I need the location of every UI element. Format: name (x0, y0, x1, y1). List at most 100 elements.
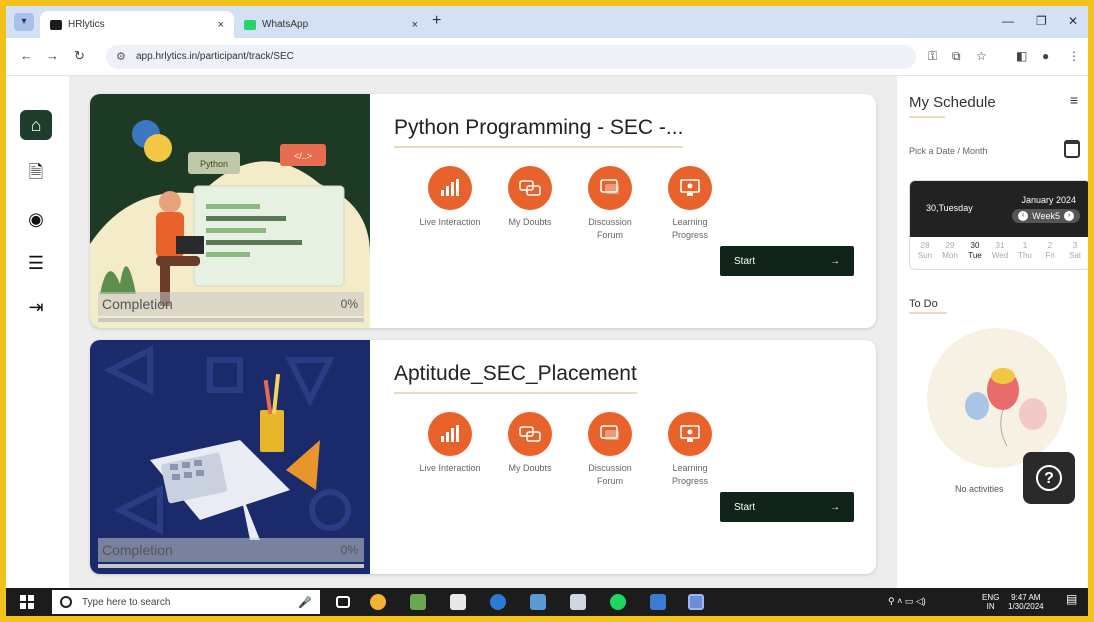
address-bar[interactable]: ⚙ app.hrlytics.in/participant/track/SEC (106, 45, 916, 69)
action-learning-progress[interactable]: Learning Progress (650, 412, 730, 488)
calendar-header: 30,Tuesday January 2024 ‹ Week5 › (910, 181, 1088, 237)
completion-progress-track (98, 564, 364, 568)
close-window-icon[interactable]: ✕ (1068, 14, 1078, 28)
prev-week-icon[interactable]: ‹ (1018, 211, 1029, 221)
app-icon[interactable] (650, 594, 666, 610)
forum-icon[interactable] (588, 412, 632, 456)
week-switcher: ‹ Week5 › (1012, 209, 1080, 223)
reload-icon[interactable]: ↻ (74, 48, 85, 64)
action-live-interaction[interactable]: Live Interaction (410, 166, 490, 242)
todo-title: To Do (909, 298, 938, 310)
logout-icon[interactable]: ⇥ (20, 292, 52, 322)
forum-icon[interactable] (588, 166, 632, 210)
schedule-menu-icon[interactable]: ≡ (1070, 92, 1078, 108)
calendar-day[interactable]: 28 Sun (914, 241, 936, 261)
close-tab-icon[interactable]: × (218, 19, 224, 31)
tab-hrlytics[interactable]: HRlytics × (40, 11, 234, 38)
app-icon[interactable] (570, 594, 586, 610)
next-week-icon[interactable]: › (1064, 211, 1074, 221)
notification-icon[interactable]: ▤ (1066, 593, 1077, 605)
arrow-right-icon: → (830, 501, 840, 513)
no-activities-text: No activities (955, 484, 1004, 494)
bar-chart-icon[interactable] (428, 166, 472, 210)
windows-start-icon[interactable] (20, 595, 34, 609)
action-discussion-forum[interactable]: Discussion Forum (570, 166, 650, 242)
action-label: Discussion Forum (588, 463, 632, 486)
spotify-icon[interactable] (610, 594, 626, 610)
calendar-icon[interactable] (1064, 140, 1080, 158)
microphone-icon[interactable]: 🎤 (298, 596, 312, 609)
completion-progress-track (98, 318, 364, 322)
chat-doubts-icon[interactable] (508, 166, 552, 210)
bookmark-star-icon[interactable]: ☆ (976, 49, 987, 63)
action-label: Discussion Forum (588, 217, 632, 240)
screen: ▾ HRlytics × WhatsApp × + — ❐ ✕ ← → ↻ ⚙ … (6, 6, 1088, 616)
back-icon[interactable]: ← (20, 48, 33, 63)
photos-icon[interactable] (410, 594, 426, 610)
windows-taskbar: Type here to search 🎤 ⚲ ˄ ▭ ◁) ENG IN 9:4… (6, 588, 1088, 616)
python-course-illustration: Python </..> Completion 0% (90, 94, 370, 328)
clock[interactable]: 9:47 AM 1/30/2024 (1008, 593, 1044, 611)
calendar-day[interactable]: 31 Wed (989, 241, 1011, 261)
active-app-icon[interactable] (688, 594, 704, 610)
new-tab-button[interactable]: + (432, 12, 441, 30)
task-view-icon[interactable] (336, 596, 350, 608)
profile-icon[interactable]: ● (1042, 49, 1049, 63)
password-key-icon[interactable]: ⚿ (928, 49, 937, 64)
app-icon[interactable] (530, 594, 546, 610)
help-button[interactable]: ? (1023, 452, 1075, 504)
site-info-icon[interactable]: ⚙ (116, 50, 126, 63)
start-button[interactable]: Start → (720, 492, 854, 522)
course-card: Completion 0% Aptitude_SEC_Placement Liv… (90, 340, 876, 574)
bar-chart-icon[interactable] (428, 412, 472, 456)
home-icon[interactable]: ⌂ (20, 110, 52, 140)
menu-kebab-icon[interactable]: ⋮ (1068, 49, 1080, 63)
tab-whatsapp[interactable]: WhatsApp × (234, 11, 428, 38)
search-placeholder: Type here to search (82, 596, 171, 608)
action-label: My Doubts (508, 463, 552, 473)
chat-doubts-icon[interactable] (508, 412, 552, 456)
list-icon[interactable]: ☰ (20, 248, 52, 278)
calendar-day[interactable]: 2 Fri (1039, 241, 1061, 261)
store-icon[interactable] (450, 594, 466, 610)
restore-icon[interactable]: ❐ (1036, 14, 1047, 28)
calendar-day[interactable]: 1 Thu (1014, 241, 1036, 261)
close-tab-icon[interactable]: × (412, 19, 418, 31)
completion-label: Completion (102, 542, 173, 558)
forward-icon[interactable]: → (46, 48, 59, 63)
record-icon[interactable]: ◉ (20, 204, 52, 234)
start-button[interactable]: Start → (720, 246, 854, 276)
search-icon (60, 596, 72, 608)
progress-monitor-icon[interactable] (668, 166, 712, 210)
start-label: Start (734, 255, 756, 267)
action-my-doubts[interactable]: My Doubts (490, 412, 570, 488)
document-icon[interactable]: 🗎 (20, 160, 52, 190)
side-panel-icon[interactable]: ◧ (1016, 49, 1027, 63)
action-live-interaction[interactable]: Live Interaction (410, 412, 490, 488)
action-label: Live Interaction (419, 217, 481, 227)
course-list: Python </..> Completion 0% Python Progra… (70, 76, 896, 588)
course-actions: Live Interaction My Doubts Discussion Fo… (410, 412, 730, 488)
language-indicator[interactable]: ENG IN (982, 593, 999, 611)
tab-search-icon[interactable]: ▾ (14, 13, 34, 31)
action-my-doubts[interactable]: My Doubts (490, 166, 570, 242)
taskbar-search[interactable]: Type here to search 🎤 (52, 590, 320, 614)
chrome-icon[interactable] (370, 594, 386, 610)
completion-bar: Completion 0% (98, 292, 364, 322)
course-title[interactable]: Aptitude_SEC_Placement (394, 362, 637, 394)
course-title[interactable]: Python Programming - SEC -... (394, 116, 684, 148)
action-discussion-forum[interactable]: Discussion Forum (570, 412, 650, 488)
calendar-day[interactable]: 29 Mon (939, 241, 961, 261)
course-card: Python </..> Completion 0% Python Progra… (90, 94, 876, 328)
calendar-month: January 2024 (1021, 195, 1076, 205)
system-tray-icons[interactable]: ⚲ ˄ ▭ ◁) (888, 596, 926, 607)
minimize-icon[interactable]: — (1002, 14, 1014, 28)
edge-icon[interactable] (490, 594, 506, 610)
progress-monitor-icon[interactable] (668, 412, 712, 456)
calendar-day-selected[interactable]: 30 Tue (964, 241, 986, 261)
cast-icon[interactable]: ⧉ (952, 49, 961, 64)
completion-bar: Completion 0% (98, 538, 364, 568)
calendar-day[interactable]: 3 Sat (1064, 241, 1086, 261)
question-icon: ? (1036, 465, 1062, 491)
action-learning-progress[interactable]: Learning Progress (650, 166, 730, 242)
